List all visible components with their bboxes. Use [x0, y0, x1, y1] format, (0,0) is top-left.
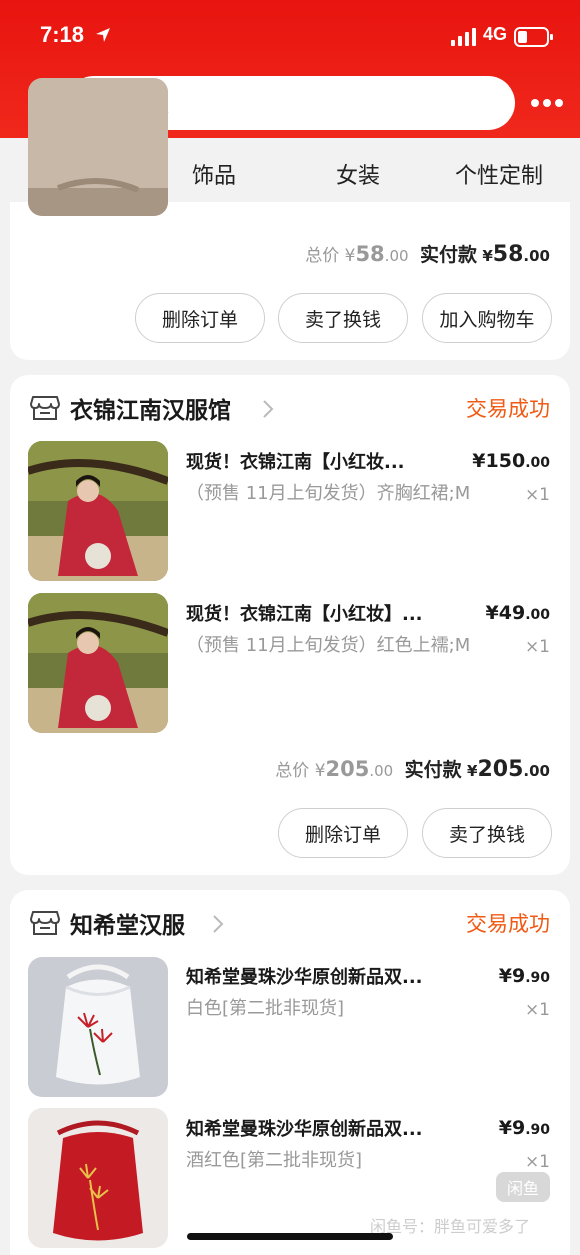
paid-currency: ¥	[482, 247, 493, 265]
price-amount: ¥9	[498, 1117, 526, 1139]
order-status: 交易成功	[466, 397, 550, 421]
total-amount: 205	[325, 757, 370, 781]
total-amount: 58	[355, 242, 385, 266]
product-quantity: ×1	[524, 1152, 550, 1172]
order-card: 总价 ¥58.00 实付款 ¥58.00 删除订单 卖了换钱 加入购物车	[10, 78, 570, 360]
home-indicator[interactable]	[187, 1233, 393, 1240]
resell-button[interactable]: 卖了换钱	[278, 293, 408, 343]
paid-decimal: .00	[523, 762, 550, 780]
watermark-logo: 闲鱼	[496, 1172, 550, 1202]
order-card: 知希堂汉服 交易成功 知希堂曼珠沙华原创新品双... 白色[第二批非现货] ¥9…	[10, 890, 570, 1255]
store-name[interactable]: 知希堂汉服	[70, 906, 185, 940]
product-quantity: ×1	[524, 1000, 550, 1020]
total-decimal: .00	[384, 247, 409, 265]
total-decimal: .00	[369, 762, 394, 780]
signal-icon	[451, 28, 476, 46]
product-image[interactable]	[28, 78, 168, 216]
store-name[interactable]: 衣锦江南汉服馆	[70, 391, 231, 425]
store-header[interactable]: 知希堂汉服 交易成功	[30, 906, 550, 942]
chevron-right-icon	[213, 915, 224, 933]
total-label: 总价	[305, 246, 340, 266]
price-decimal: .90	[525, 970, 550, 986]
product-spec: （预售 11月上旬发货）红色上襦;M	[186, 635, 471, 656]
resell-button[interactable]: 卖了换钱	[422, 808, 552, 858]
store-icon	[30, 396, 60, 420]
product-quantity: ×1	[524, 485, 550, 505]
order-card: 衣锦江南汉服馆 交易成功 现货！衣锦江南【小红妆... （预售 11月上旬发货）…	[10, 375, 570, 875]
delete-order-button[interactable]: 删除订单	[278, 808, 408, 858]
order-totals: 总价 ¥58.00 实付款 ¥58.00	[305, 240, 550, 267]
product-title[interactable]: 现货！衣锦江南【小红妆】...	[186, 600, 476, 626]
tab-womens-clothing[interactable]: 女装	[336, 158, 380, 190]
product-price: ¥49.00	[486, 602, 550, 624]
chevron-right-icon	[263, 400, 274, 418]
total-currency: ¥	[344, 246, 356, 266]
paid-label: 实付款	[404, 759, 462, 781]
product-image[interactable]	[28, 1108, 168, 1248]
delete-order-button[interactable]: 删除订单	[135, 293, 265, 343]
more-icon[interactable]	[530, 97, 564, 109]
product-image[interactable]	[28, 593, 168, 733]
price-amount: ¥49	[485, 602, 526, 624]
product-image[interactable]	[28, 441, 168, 581]
price-decimal: .00	[525, 607, 550, 623]
product-image[interactable]	[28, 957, 168, 1097]
price-amount: ¥150	[472, 450, 526, 472]
product-title[interactable]: 知希堂曼珠沙华原创新品双...	[186, 1115, 476, 1141]
store-header[interactable]: 衣锦江南汉服馆 交易成功	[30, 391, 550, 427]
price-decimal: .90	[525, 1122, 550, 1138]
network-type: 4G	[483, 24, 508, 44]
product-spec: 酒红色[第二批非现货]	[186, 1150, 363, 1171]
paid-amount: 205	[477, 757, 524, 782]
product-quantity: ×1	[524, 637, 550, 657]
total-label: 总价	[275, 761, 310, 781]
status-bar: 7:18 4G	[0, 22, 580, 54]
order-totals: 总价 ¥205.00 实付款 ¥205.00	[275, 755, 550, 782]
status-time: 7:18	[40, 22, 85, 47]
location-arrow-icon	[96, 28, 110, 42]
product-spec: （预售 11月上旬发货）齐胸红裙;M	[186, 483, 471, 504]
product-price: ¥9.90	[499, 1117, 550, 1139]
product-price: ¥9.90	[499, 965, 550, 987]
product-title[interactable]: 现货！衣锦江南【小红妆...	[186, 448, 456, 474]
paid-amount: 58	[492, 242, 524, 267]
paid-decimal: .00	[523, 247, 550, 265]
product-spec: 白色[第二批非现货]	[186, 998, 345, 1019]
order-status: 交易成功	[466, 912, 550, 936]
total-currency: ¥	[314, 761, 326, 781]
add-to-cart-button[interactable]: 加入购物车	[422, 293, 552, 343]
paid-label: 实付款	[419, 244, 477, 266]
price-decimal: .00	[525, 455, 550, 471]
product-price: ¥150.00	[472, 450, 550, 472]
tab-custom[interactable]: 个性定制	[455, 158, 543, 190]
tab-accessories[interactable]: 饰品	[192, 158, 236, 190]
product-title[interactable]: 知希堂曼珠沙华原创新品双...	[186, 963, 476, 989]
battery-icon	[514, 27, 553, 47]
watermark-text: 闲鱼号：胖鱼可爱多了	[370, 1217, 531, 1236]
paid-currency: ¥	[467, 762, 478, 780]
price-amount: ¥9	[498, 965, 526, 987]
store-icon	[30, 911, 60, 935]
